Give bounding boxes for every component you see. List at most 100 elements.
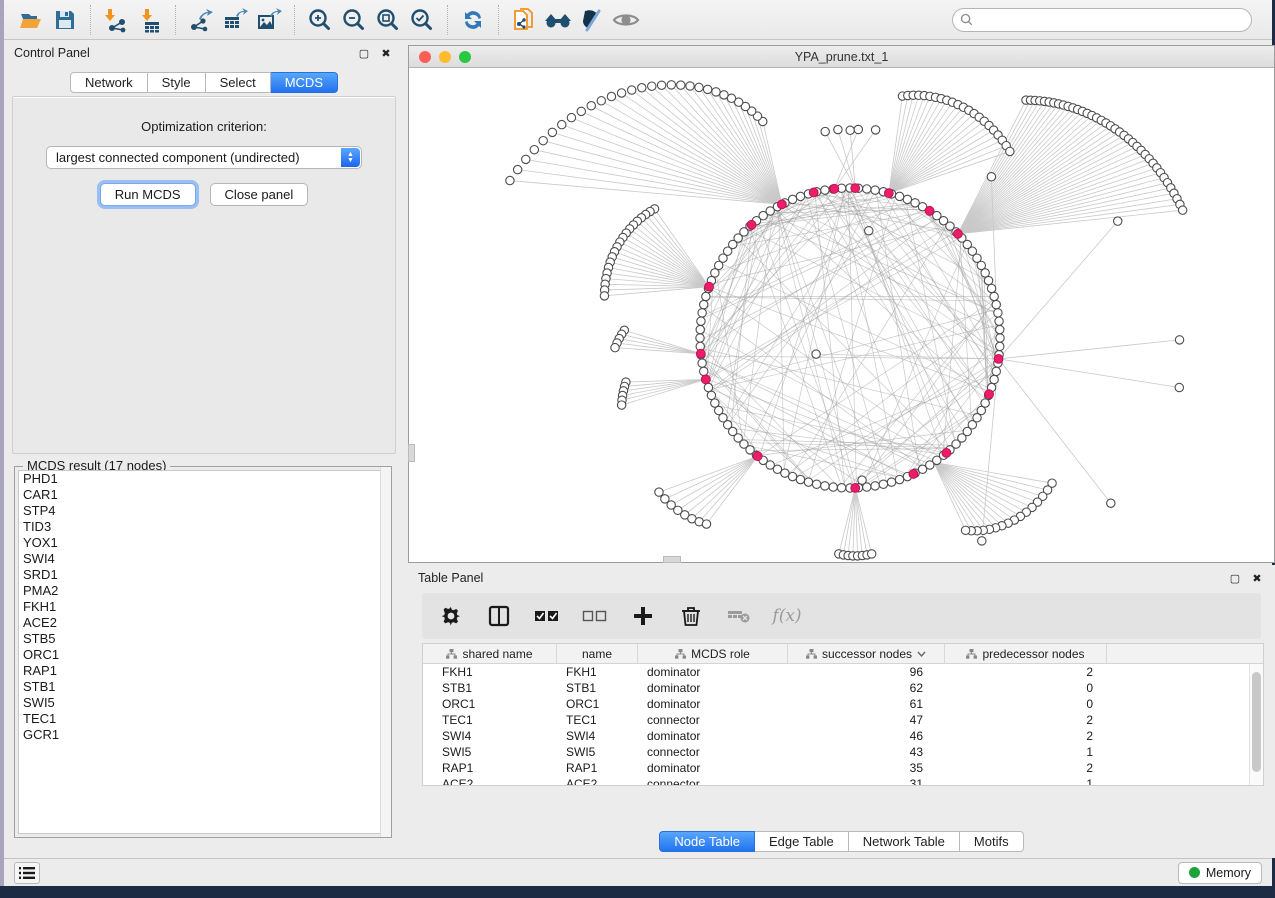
result-node-item[interactable]: YOX1 bbox=[19, 535, 387, 551]
network-titlebar[interactable]: YPA_prune.txt_1 bbox=[409, 46, 1274, 68]
import-table-icon bbox=[137, 7, 163, 33]
column-type-icon bbox=[675, 649, 686, 659]
table-row[interactable]: FKH1FKH1dominator962 bbox=[423, 664, 1263, 680]
import-table-button[interactable] bbox=[133, 4, 167, 36]
result-node-item[interactable]: TEC1 bbox=[19, 711, 387, 727]
column-header-shared-name[interactable]: shared name bbox=[423, 644, 557, 663]
hide-selected-button[interactable] bbox=[575, 4, 609, 36]
result-list-scrollbar[interactable] bbox=[380, 467, 391, 837]
table-cell: 0 bbox=[945, 697, 1107, 711]
result-node-item[interactable]: CAR1 bbox=[19, 487, 387, 503]
import-network-button[interactable] bbox=[99, 4, 133, 36]
table-row[interactable]: RAP1RAP1dominator352 bbox=[423, 760, 1263, 776]
tab-network-table[interactable]: Network Table bbox=[849, 831, 960, 852]
table-cell: connector bbox=[638, 777, 788, 786]
table-row[interactable]: ACE2ACE2connector311 bbox=[423, 776, 1263, 786]
delete-table-button[interactable] bbox=[726, 603, 752, 629]
float-panel-icon[interactable]: ▢ bbox=[356, 45, 372, 61]
column-type-icon bbox=[806, 649, 817, 659]
result-node-item[interactable]: PMA2 bbox=[19, 583, 387, 599]
result-node-item[interactable]: STB5 bbox=[19, 631, 387, 647]
tab-mcds[interactable]: MCDS bbox=[271, 72, 338, 93]
add-column-icon bbox=[632, 605, 654, 627]
open-file-button[interactable] bbox=[14, 4, 48, 36]
tab-network[interactable]: Network bbox=[70, 72, 148, 93]
status-bar: Memory bbox=[4, 858, 1272, 886]
table-scrollbar[interactable] bbox=[1249, 664, 1263, 785]
export-table-button[interactable] bbox=[218, 4, 252, 36]
apply-layout-button[interactable] bbox=[456, 4, 490, 36]
close-panel-button[interactable]: Close panel bbox=[210, 183, 309, 206]
tab-select[interactable]: Select bbox=[206, 72, 271, 93]
table-row[interactable]: SWI4SWI4dominator462 bbox=[423, 728, 1263, 744]
column-header-successor-nodes[interactable]: successor nodes bbox=[788, 644, 945, 663]
table-cell: ORC1 bbox=[423, 697, 557, 711]
table-cell: TEC1 bbox=[557, 713, 638, 727]
export-network-button[interactable] bbox=[184, 4, 218, 36]
column-header-filler bbox=[1107, 644, 1263, 663]
run-mcds-button[interactable]: Run MCDS bbox=[100, 183, 196, 206]
float-panel-icon[interactable]: ▢ bbox=[1227, 570, 1243, 586]
save-session-button[interactable] bbox=[48, 4, 82, 36]
panel-splitter-handle[interactable] bbox=[408, 444, 415, 462]
node-table: shared name name MCDS role successor nod… bbox=[422, 643, 1264, 786]
tab-edge-table[interactable]: Edge Table bbox=[755, 831, 849, 852]
show-all-button[interactable] bbox=[609, 4, 643, 36]
column-header-predecessor-nodes[interactable]: predecessor nodes bbox=[945, 644, 1107, 663]
result-node-item[interactable]: ACE2 bbox=[19, 615, 387, 631]
search-input[interactable] bbox=[952, 8, 1252, 32]
result-node-item[interactable]: SRD1 bbox=[19, 567, 387, 583]
zoom-in-button[interactable] bbox=[303, 4, 337, 36]
network-canvas[interactable] bbox=[409, 68, 1274, 562]
settings-gear-button[interactable] bbox=[438, 603, 464, 629]
criterion-dropdown[interactable]: largest connected component (undirected)… bbox=[46, 146, 362, 169]
result-node-item[interactable]: STP4 bbox=[19, 503, 387, 519]
close-panel-icon[interactable]: ✖ bbox=[378, 45, 394, 61]
column-header-name[interactable]: name bbox=[557, 644, 638, 663]
export-image-button[interactable] bbox=[252, 4, 286, 36]
zoom-fit-button[interactable] bbox=[371, 4, 405, 36]
dropdown-stepper-icon: ▲▼ bbox=[341, 148, 360, 167]
criterion-dropdown-value: largest connected component (undirected) bbox=[56, 150, 300, 165]
result-node-item[interactable]: SWI4 bbox=[19, 551, 387, 567]
zoom-out-button[interactable] bbox=[337, 4, 371, 36]
table-panel: Table Panel ▢ ✖ bbox=[408, 565, 1275, 858]
table-row[interactable]: ORC1ORC1dominator610 bbox=[423, 696, 1263, 712]
show-all-icon bbox=[612, 7, 640, 33]
memory-button[interactable]: Memory bbox=[1178, 862, 1262, 884]
table-row[interactable]: TEC1TEC1connector472 bbox=[423, 712, 1263, 728]
result-node-item[interactable]: STB1 bbox=[19, 679, 387, 695]
result-node-item[interactable]: ORC1 bbox=[19, 647, 387, 663]
task-history-button[interactable] bbox=[14, 862, 40, 884]
result-node-item[interactable]: GCR1 bbox=[19, 727, 387, 743]
table-row[interactable]: SWI5SWI5connector431 bbox=[423, 744, 1263, 760]
table-cell: 1 bbox=[945, 777, 1107, 786]
select-all-button[interactable] bbox=[534, 603, 560, 629]
tab-node-table[interactable]: Node Table bbox=[659, 831, 755, 852]
result-node-item[interactable]: PHD1 bbox=[19, 471, 387, 487]
show-column-button[interactable] bbox=[486, 603, 512, 629]
export-table-icon bbox=[222, 7, 248, 33]
zoom-selected-button[interactable] bbox=[405, 4, 439, 36]
control-panel-title: Control Panel bbox=[14, 46, 90, 60]
delete-column-button[interactable] bbox=[678, 603, 704, 629]
result-node-item[interactable]: TID3 bbox=[19, 519, 387, 535]
table-row[interactable]: STB1STB1dominator620 bbox=[423, 680, 1263, 696]
function-builder-button[interactable]: f(x) bbox=[774, 603, 800, 629]
first-neighbors-button[interactable] bbox=[541, 4, 575, 36]
add-column-button[interactable] bbox=[630, 603, 656, 629]
close-panel-icon[interactable]: ✖ bbox=[1249, 570, 1265, 586]
table-scrollbar-thumb[interactable] bbox=[1252, 672, 1261, 772]
result-node-item[interactable]: SWI5 bbox=[19, 695, 387, 711]
tab-motifs[interactable]: Motifs bbox=[960, 831, 1024, 852]
network-from-selection-button[interactable] bbox=[507, 4, 541, 36]
column-header-mcds-role[interactable]: MCDS role bbox=[638, 644, 788, 663]
result-node-item[interactable]: RAP1 bbox=[19, 663, 387, 679]
table-cell: STB1 bbox=[423, 681, 557, 695]
tab-style[interactable]: Style bbox=[148, 72, 206, 93]
deselect-all-button[interactable] bbox=[582, 603, 608, 629]
table-cell: dominator bbox=[638, 665, 788, 679]
panel-splitter-handle[interactable] bbox=[663, 556, 681, 563]
mcds-tab-content: Optimization criterion: largest connecte… bbox=[12, 96, 396, 454]
result-node-item[interactable]: FKH1 bbox=[19, 599, 387, 615]
